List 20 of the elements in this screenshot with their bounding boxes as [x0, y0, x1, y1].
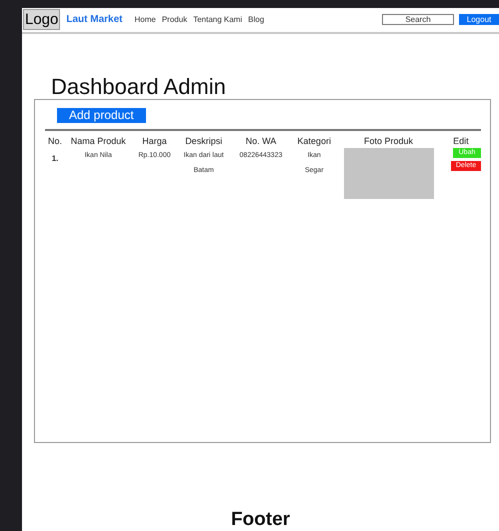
column-header: Nama Produk	[65, 130, 132, 148]
logo[interactable]: Logo	[23, 9, 60, 30]
page-title: Dashboard Admin	[51, 74, 227, 99]
add-product-button[interactable]: Add product	[57, 108, 146, 123]
nav-link[interactable]: Produk	[162, 15, 188, 24]
nav-link[interactable]: Tentang Kami	[193, 15, 242, 24]
footer-text: Footer	[230, 509, 292, 531]
column-header: Foto Produk	[336, 130, 441, 148]
column-header: Kategori	[292, 130, 336, 148]
brand-link[interactable]: Laut Market	[66, 14, 122, 26]
table-cell: 1.	[52, 154, 58, 163]
logout-button[interactable]: Logout	[459, 14, 499, 26]
nav-link[interactable]: Home	[134, 15, 156, 24]
column-header: No. WA	[230, 130, 292, 148]
column-header: No.	[45, 130, 66, 148]
column-header: Harga	[131, 130, 178, 148]
nav-link[interactable]: Blog	[248, 15, 264, 24]
search-field[interactable]: Search	[382, 14, 454, 26]
column-header: Edit	[440, 130, 481, 148]
column-header: Deskripsi	[178, 130, 230, 148]
